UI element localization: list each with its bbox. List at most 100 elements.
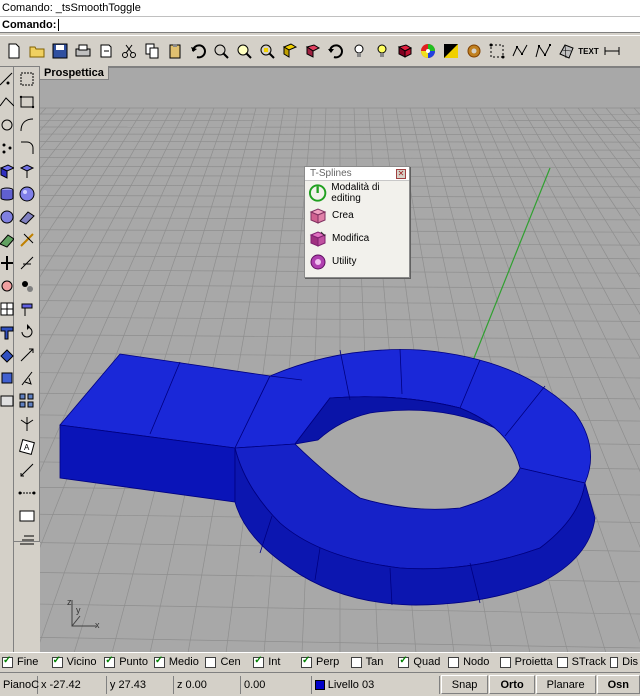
tsplines-edit-mode-button[interactable]: Modalità di editing bbox=[305, 181, 409, 204]
fillet-icon[interactable] bbox=[16, 137, 38, 159]
zoom-window-icon[interactable] bbox=[209, 40, 232, 63]
point-icon[interactable] bbox=[0, 68, 14, 90]
scale-icon[interactable] bbox=[16, 344, 38, 366]
osnap-vicino[interactable]: Vicino bbox=[50, 655, 101, 668]
join-icon[interactable] bbox=[16, 275, 38, 297]
dimension-icon[interactable] bbox=[600, 40, 623, 63]
zoom-extents-icon[interactable] bbox=[232, 40, 255, 63]
osnap-tan[interactable]: Tan bbox=[349, 656, 395, 668]
layer-icon[interactable] bbox=[0, 390, 14, 412]
trim-icon[interactable] bbox=[16, 252, 38, 274]
osnap-checkbox[interactable] bbox=[2, 655, 13, 668]
mesh-surface-icon[interactable] bbox=[16, 206, 38, 228]
control-points-icon[interactable] bbox=[531, 40, 554, 63]
rotate-icon[interactable] bbox=[0, 275, 14, 297]
zoom-selected-icon[interactable] bbox=[255, 40, 278, 63]
osnap-checkbox[interactable] bbox=[398, 655, 410, 668]
snap-grid-icon[interactable] bbox=[485, 40, 508, 63]
osnap-checkbox[interactable] bbox=[153, 655, 165, 668]
perspective-viewport[interactable]: z y x bbox=[40, 67, 640, 652]
grid-icon[interactable] bbox=[0, 298, 14, 320]
named-views-icon[interactable] bbox=[278, 40, 301, 63]
dots-icon[interactable] bbox=[0, 137, 14, 159]
osnap-checkbox[interactable] bbox=[205, 656, 217, 668]
block-icon[interactable] bbox=[0, 367, 14, 389]
viewport-title[interactable]: Prospettica bbox=[40, 66, 109, 80]
gear-icon[interactable] bbox=[462, 40, 485, 63]
extrude-icon[interactable] bbox=[0, 321, 14, 343]
osnap-checkbox[interactable] bbox=[253, 655, 265, 668]
osnap-checkbox[interactable] bbox=[448, 656, 460, 668]
material-icon[interactable] bbox=[439, 40, 462, 63]
command-line[interactable]: Comando: bbox=[0, 17, 640, 33]
osnap-toggle[interactable]: Osn bbox=[596, 675, 640, 694]
undo-icon[interactable] bbox=[186, 40, 209, 63]
extrude-curve-icon[interactable] bbox=[16, 160, 38, 182]
scene-canvas[interactable]: z y x bbox=[40, 68, 640, 652]
render-icon[interactable] bbox=[393, 40, 416, 63]
rectangle-icon[interactable] bbox=[16, 68, 38, 90]
color-wheel-icon[interactable] bbox=[416, 40, 439, 63]
circle-icon[interactable] bbox=[0, 114, 14, 136]
open-folder-icon[interactable] bbox=[25, 40, 48, 63]
osnap-nodo[interactable]: Nodo bbox=[446, 656, 496, 668]
osnap-punto[interactable]: Punto bbox=[102, 655, 150, 668]
distance-icon[interactable] bbox=[16, 482, 38, 504]
dimension-tool-icon[interactable] bbox=[16, 459, 38, 481]
osnap-int[interactable]: Int bbox=[251, 655, 297, 668]
osnap-checkbox[interactable] bbox=[104, 655, 116, 668]
osnap-fine[interactable]: Fine bbox=[0, 655, 48, 668]
print-icon[interactable] bbox=[71, 40, 94, 63]
sphere-icon[interactable] bbox=[0, 206, 14, 228]
osnap-dis[interactable]: Dis bbox=[608, 656, 638, 668]
paste-icon[interactable] bbox=[163, 40, 186, 63]
solid-icon[interactable] bbox=[0, 344, 14, 366]
osnap-perp[interactable]: Perp bbox=[299, 655, 347, 668]
rectangle-center-icon[interactable] bbox=[16, 91, 38, 113]
osnap-checkbox[interactable] bbox=[610, 656, 619, 668]
osnap-checkbox[interactable] bbox=[556, 656, 568, 668]
tsplines-titlebar[interactable]: T-Splines ✕ bbox=[305, 167, 409, 181]
split-icon[interactable] bbox=[16, 413, 38, 435]
text-button[interactable]: TEXT bbox=[577, 47, 600, 56]
cplane-label[interactable]: PianoC bbox=[0, 675, 39, 694]
polyline-icon[interactable] bbox=[0, 91, 14, 113]
tsplines-modify-button[interactable]: Modifica bbox=[305, 227, 409, 250]
new-file-icon[interactable] bbox=[2, 40, 25, 63]
light-icon[interactable] bbox=[347, 40, 370, 63]
planar-toggle[interactable]: Planare bbox=[535, 675, 596, 694]
mesh-icon[interactable] bbox=[554, 40, 577, 63]
annotation-icon[interactable]: A bbox=[16, 436, 38, 458]
tsplines-utility-button[interactable]: Utility bbox=[305, 250, 409, 273]
hatch-icon[interactable] bbox=[16, 528, 38, 550]
sphere-solid-icon[interactable] bbox=[16, 183, 38, 205]
cylinder-icon[interactable] bbox=[0, 183, 14, 205]
surface-icon[interactable] bbox=[0, 229, 14, 251]
save-icon[interactable] bbox=[48, 40, 71, 63]
import-icon[interactable] bbox=[94, 40, 117, 63]
osnap-cen[interactable]: Cen bbox=[203, 656, 249, 668]
layer-selector[interactable]: Livello 03 bbox=[312, 675, 440, 694]
osnap-strack[interactable]: STrack bbox=[555, 656, 606, 668]
osnap-medio[interactable]: Medio bbox=[152, 655, 202, 668]
boolean-icon[interactable] bbox=[16, 298, 38, 320]
mirror-icon[interactable] bbox=[16, 367, 38, 389]
move-icon[interactable] bbox=[0, 252, 14, 274]
osnap-checkbox[interactable] bbox=[300, 655, 312, 668]
command-input[interactable] bbox=[59, 17, 638, 32]
copy-icon[interactable] bbox=[140, 40, 163, 63]
box-icon[interactable] bbox=[0, 160, 14, 182]
osnap-checkbox[interactable] bbox=[499, 656, 511, 668]
osnap-quad[interactable]: Quad bbox=[396, 655, 444, 668]
tsplines-palette[interactable]: T-Splines ✕ Modalità di editing Crea Mod… bbox=[304, 166, 410, 278]
snap-toggle[interactable]: Snap bbox=[440, 675, 489, 694]
layout-icon[interactable] bbox=[16, 505, 38, 527]
sweep-icon[interactable] bbox=[16, 229, 38, 251]
rotate-3d-icon[interactable] bbox=[16, 321, 38, 343]
shade-icon[interactable] bbox=[301, 40, 324, 63]
ortho-toggle[interactable]: Orto bbox=[489, 675, 535, 694]
curve-icon[interactable] bbox=[16, 114, 38, 136]
lightbulb-icon[interactable] bbox=[370, 40, 393, 63]
osnap-checkbox[interactable] bbox=[51, 655, 63, 668]
tsplines-create-button[interactable]: Crea bbox=[305, 204, 409, 227]
